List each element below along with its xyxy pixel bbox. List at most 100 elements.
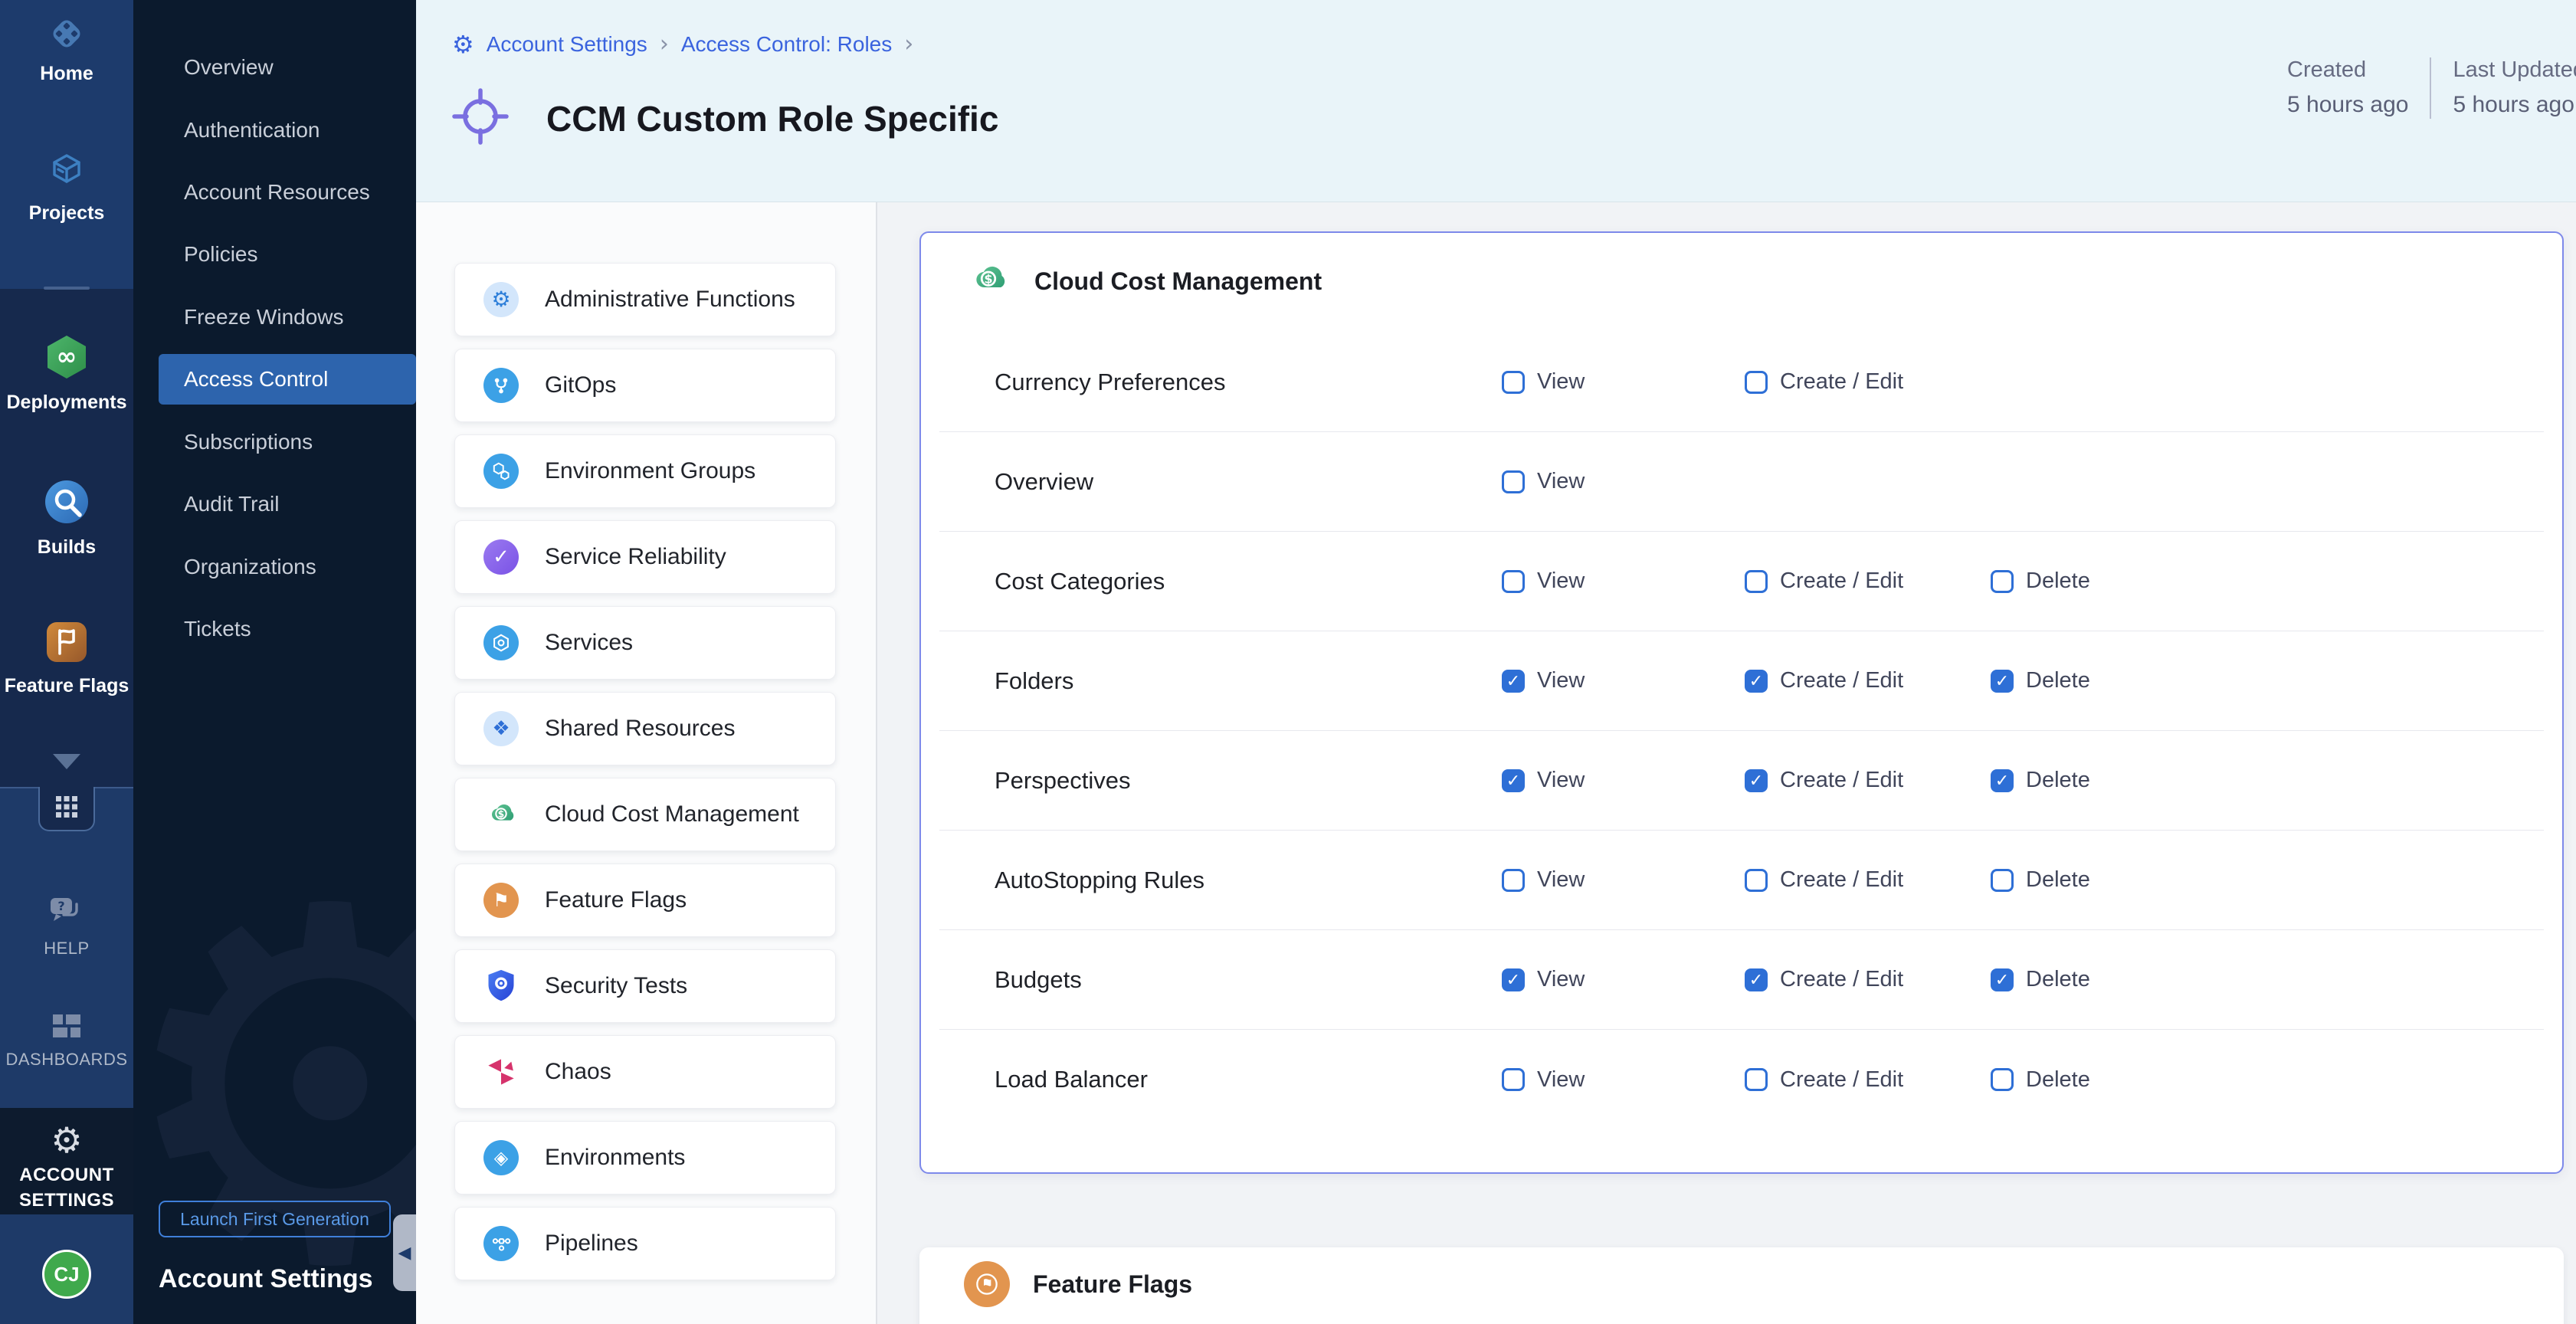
svg-text:$: $ xyxy=(498,808,505,819)
resource-card-pipelines[interactable]: Pipelines xyxy=(454,1207,836,1280)
launch-first-generation-button[interactable]: Launch First Generation xyxy=(159,1201,391,1237)
sidebar-item-dashboards[interactable]: DASHBOARDS xyxy=(0,1014,133,1070)
resource-card-shared-resources[interactable]: ❖ Shared Resources xyxy=(454,692,836,765)
view-checkbox[interactable] xyxy=(1502,769,1525,792)
menu-item-account-resources[interactable]: Account Resources xyxy=(159,167,416,218)
delete-checkbox[interactable] xyxy=(1991,670,2014,693)
create-edit-checkbox[interactable] xyxy=(1745,1068,1768,1091)
resource-card-cloud-cost-management[interactable]: $ Cloud Cost Management xyxy=(454,778,836,851)
section-title: Cloud Cost Management xyxy=(1034,267,1322,296)
delete-checkbox[interactable] xyxy=(1991,968,2014,991)
delete-checkbox[interactable] xyxy=(1991,869,2014,892)
sidebar-item-home[interactable]: Home xyxy=(0,15,133,85)
permission-delete[interactable]: Delete xyxy=(1991,1067,2090,1093)
permission-create-edit[interactable]: Create / Edit xyxy=(1745,569,1903,594)
view-checkbox[interactable] xyxy=(1502,570,1525,593)
permission-view[interactable]: View xyxy=(1502,369,1585,395)
service-reliability-icon: ✓ xyxy=(483,539,519,575)
permission-view[interactable]: View xyxy=(1502,469,1585,494)
permission-row-folders: Folders View Create / Edit Delete xyxy=(939,631,2544,731)
permission-delete[interactable]: Delete xyxy=(1991,867,2090,893)
view-checkbox[interactable] xyxy=(1502,1068,1525,1091)
create-edit-checkbox[interactable] xyxy=(1745,869,1768,892)
menu-item-audit-trail[interactable]: Audit Trail xyxy=(159,479,416,529)
resource-card-environments[interactable]: ◈ Environments xyxy=(454,1121,836,1195)
permission-view[interactable]: View xyxy=(1502,768,1585,793)
breadcrumb-account-settings[interactable]: Account Settings xyxy=(487,32,647,57)
resource-card-environment-groups[interactable]: Environment Groups xyxy=(454,434,836,508)
view-checkbox[interactable] xyxy=(1502,869,1525,892)
ccm-permissions-card: $ Cloud Cost Management Currency Prefere… xyxy=(919,231,2564,1174)
sidebar-item-projects[interactable]: Projects xyxy=(0,152,133,224)
create-edit-checkbox[interactable] xyxy=(1745,968,1768,991)
create-edit-checkbox[interactable] xyxy=(1745,570,1768,593)
resource-card-services[interactable]: Services xyxy=(454,606,836,680)
resource-card-feature-flags[interactable]: ⚑ Feature Flags xyxy=(454,864,836,937)
permission-view[interactable]: View xyxy=(1502,1067,1585,1093)
rail-separator xyxy=(44,287,90,290)
permission-rows: Currency Preferences View Create / Edit … xyxy=(939,333,2544,1129)
chaos-icon xyxy=(483,1054,519,1090)
resource-card-administrative-functions[interactable]: ⚙ Administrative Functions xyxy=(454,263,836,336)
chevron-down-icon[interactable] xyxy=(53,754,80,769)
permission-create-edit[interactable]: Create / Edit xyxy=(1745,1067,1903,1093)
view-checkbox[interactable] xyxy=(1502,670,1525,693)
breadcrumb-access-control-roles[interactable]: Access Control: Roles xyxy=(681,32,892,57)
create-edit-checkbox[interactable] xyxy=(1745,769,1768,792)
sidebar-item-help[interactable]: ? HELP xyxy=(0,895,133,959)
permission-view[interactable]: View xyxy=(1502,867,1585,893)
last-updated-value: 5 hours ago xyxy=(2453,92,2576,118)
permission-create-edit[interactable]: Create / Edit xyxy=(1745,867,1903,893)
feature-flags-flag-icon xyxy=(964,1261,1010,1307)
view-checkbox[interactable] xyxy=(1502,470,1525,493)
sidebar-item-builds[interactable]: Builds xyxy=(0,478,133,559)
menu-item-organizations[interactable]: Organizations xyxy=(159,542,416,592)
permission-row-overview: Overview View xyxy=(939,432,2544,532)
permission-resource-label: Load Balancer xyxy=(995,1066,1502,1093)
delete-checkbox[interactable] xyxy=(1991,570,2014,593)
permission-resource-label: Cost Categories xyxy=(995,568,1502,595)
menu-item-overview[interactable]: Overview xyxy=(159,42,416,93)
resource-card-chaos[interactable]: Chaos xyxy=(454,1035,836,1109)
permission-delete[interactable]: Delete xyxy=(1991,967,2090,992)
sidebar-item-account-settings[interactable]: ⚙ ACCOUNT SETTINGS xyxy=(0,1122,133,1213)
avatar[interactable]: CJ xyxy=(42,1250,91,1299)
menu-item-tickets[interactable]: Tickets xyxy=(159,604,416,654)
menu-item-authentication[interactable]: Authentication xyxy=(159,105,416,156)
delete-checkbox[interactable] xyxy=(1991,1068,2014,1091)
menu-item-access-control[interactable]: Access Control xyxy=(159,354,416,405)
permission-create-edit[interactable]: Create / Edit xyxy=(1745,768,1903,793)
sidebar-item-feature-flags[interactable]: Feature Flags xyxy=(0,620,133,697)
collapse-panel-handle[interactable]: ◀ xyxy=(393,1214,416,1291)
resource-card-gitops[interactable]: GitOps xyxy=(454,349,836,422)
permission-delete[interactable]: Delete xyxy=(1991,668,2090,693)
permission-create-edit[interactable]: Create / Edit xyxy=(1745,967,1903,992)
permission-row-autostopping-rules: AutoStopping Rules View Create / Edit De… xyxy=(939,831,2544,930)
permission-resource-label: Currency Preferences xyxy=(995,369,1502,396)
account-settings-menu: ⚙ Overview Authentication Account Resour… xyxy=(133,0,416,1324)
permission-view[interactable]: View xyxy=(1502,569,1585,594)
resource-card-service-reliability[interactable]: ✓ Service Reliability xyxy=(454,520,836,594)
permission-view[interactable]: View xyxy=(1502,668,1585,693)
services-icon xyxy=(483,625,519,660)
view-checkbox[interactable] xyxy=(1502,968,1525,991)
menu-item-freeze-windows[interactable]: Freeze Windows xyxy=(159,292,416,342)
delete-checkbox[interactable] xyxy=(1991,769,2014,792)
account-settings-label-line1: ACCOUNT xyxy=(19,1162,114,1188)
module-grid-button[interactable] xyxy=(38,787,95,831)
user-avatar-item[interactable]: CJ xyxy=(0,1250,133,1299)
permission-create-edit[interactable]: Create / Edit xyxy=(1745,369,1903,395)
resource-card-security-tests[interactable]: Security Tests xyxy=(454,949,836,1023)
permission-delete[interactable]: Delete xyxy=(1991,569,2090,594)
create-edit-checkbox[interactable] xyxy=(1745,670,1768,693)
create-edit-checkbox[interactable] xyxy=(1745,371,1768,394)
permission-create-edit[interactable]: Create / Edit xyxy=(1745,668,1903,693)
environments-icon: ◈ xyxy=(483,1140,519,1175)
view-checkbox[interactable] xyxy=(1502,371,1525,394)
menu-item-subscriptions[interactable]: Subscriptions xyxy=(159,417,416,467)
permission-view[interactable]: View xyxy=(1502,967,1585,992)
permission-delete[interactable]: Delete xyxy=(1991,768,2090,793)
menu-item-policies[interactable]: Policies xyxy=(159,229,416,280)
dashboards-icon xyxy=(51,1014,82,1044)
sidebar-item-deployments[interactable]: ∞ Deployments xyxy=(0,333,133,414)
